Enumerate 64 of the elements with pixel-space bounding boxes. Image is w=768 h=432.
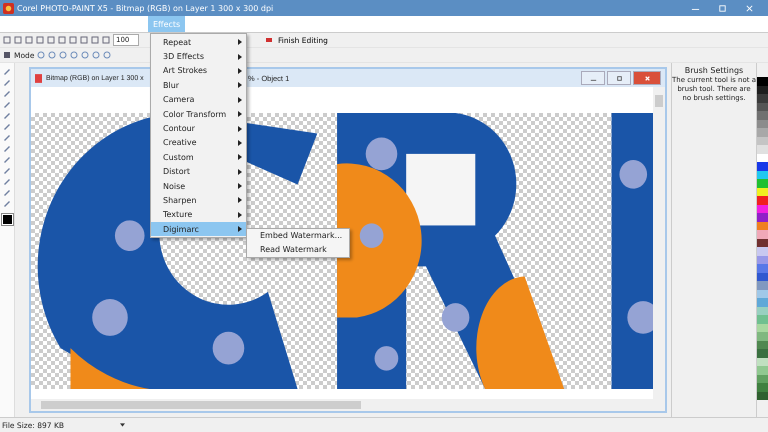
maximize-button[interactable] <box>607 71 631 85</box>
docker-title: Brush Settings <box>684 66 744 75</box>
menu-item[interactable]: Noise <box>151 178 246 194</box>
app-logo-icon <box>3 2 14 14</box>
close-icon[interactable] <box>745 4 754 12</box>
palette-swatch[interactable] <box>757 94 768 102</box>
submenu-arrow-icon <box>238 183 242 190</box>
close-button[interactable] <box>633 71 661 85</box>
submenu-arrow-icon <box>238 68 242 74</box>
submenu-arrow-icon <box>238 212 242 218</box>
menu-item[interactable]: Embed Watermark... <box>247 229 349 243</box>
palette-swatch[interactable] <box>757 332 768 340</box>
palette-swatch[interactable] <box>757 366 768 374</box>
palette-swatch[interactable] <box>757 196 768 204</box>
close-icon <box>642 74 652 82</box>
caret-icon[interactable] <box>120 423 125 427</box>
submenu-arrow-icon <box>238 96 242 103</box>
palette-swatch[interactable] <box>757 230 768 238</box>
menu-item[interactable]: Blur <box>151 78 246 93</box>
palette-swatch[interactable] <box>757 128 768 136</box>
menu-item[interactable]: Read Watermark <box>247 243 349 257</box>
palette-swatch[interactable] <box>757 247 768 256</box>
submenu-arrow-icon <box>238 111 242 118</box>
palette-swatch[interactable] <box>757 298 768 306</box>
palette-swatch[interactable] <box>757 77 768 86</box>
restore-icon[interactable] <box>718 4 727 12</box>
submenu-arrow-icon <box>238 126 242 132</box>
submenu-arrow-icon <box>238 197 242 204</box>
menu-item[interactable]: 3D Effects <box>151 49 246 64</box>
submenu-arrow-icon <box>238 140 242 146</box>
palette-swatch[interactable] <box>757 315 768 324</box>
horizontal-scrollbar[interactable] <box>31 399 665 411</box>
vertical-scrollbar[interactable] <box>653 87 665 399</box>
palette-swatch[interactable] <box>757 213 768 222</box>
palette-swatch[interactable] <box>757 145 768 154</box>
menu-item[interactable]: Texture <box>151 208 246 222</box>
color-swatch-icon[interactable] <box>2 214 12 225</box>
submenu-arrow-icon <box>238 154 242 160</box>
document-icon <box>35 74 42 82</box>
menu-item[interactable]: Repeat <box>151 35 246 50</box>
menu-item[interactable]: Color Transform <box>151 106 246 122</box>
palette-swatch[interactable] <box>757 264 768 272</box>
menu-item[interactable]: Creative <box>151 136 246 150</box>
palette-swatch[interactable] <box>757 179 768 188</box>
menu-item[interactable]: Digimarc <box>151 222 246 236</box>
menu-item[interactable]: Custom <box>151 150 246 165</box>
palette-swatch[interactable] <box>757 349 768 358</box>
menu-item[interactable]: Sharpen <box>151 193 246 208</box>
menu-item[interactable]: Contour <box>151 121 246 136</box>
maximize-icon <box>614 74 624 82</box>
window-title: Corel PHOTO-PAINT X5 - Bitmap (RGB) on Layer 1 300 x 300 dpi <box>17 4 274 12</box>
palette-swatch[interactable] <box>757 162 768 170</box>
submenu-arrow-icon <box>238 168 242 175</box>
mask-icon[interactable] <box>265 36 273 44</box>
menu-item[interactable]: Distort <box>151 164 246 179</box>
palette-swatch[interactable] <box>757 111 768 120</box>
submenu-arrow-icon <box>238 39 242 46</box>
menu-item[interactable]: Camera <box>151 92 246 107</box>
submenu-arrow-icon <box>238 226 242 232</box>
palette-swatch[interactable] <box>757 383 768 392</box>
palette-swatch[interactable] <box>757 281 768 290</box>
submenu-arrow-icon <box>238 54 242 60</box>
menu-item[interactable]: Art Strokes <box>151 64 246 78</box>
submenu-arrow-icon <box>238 82 242 88</box>
